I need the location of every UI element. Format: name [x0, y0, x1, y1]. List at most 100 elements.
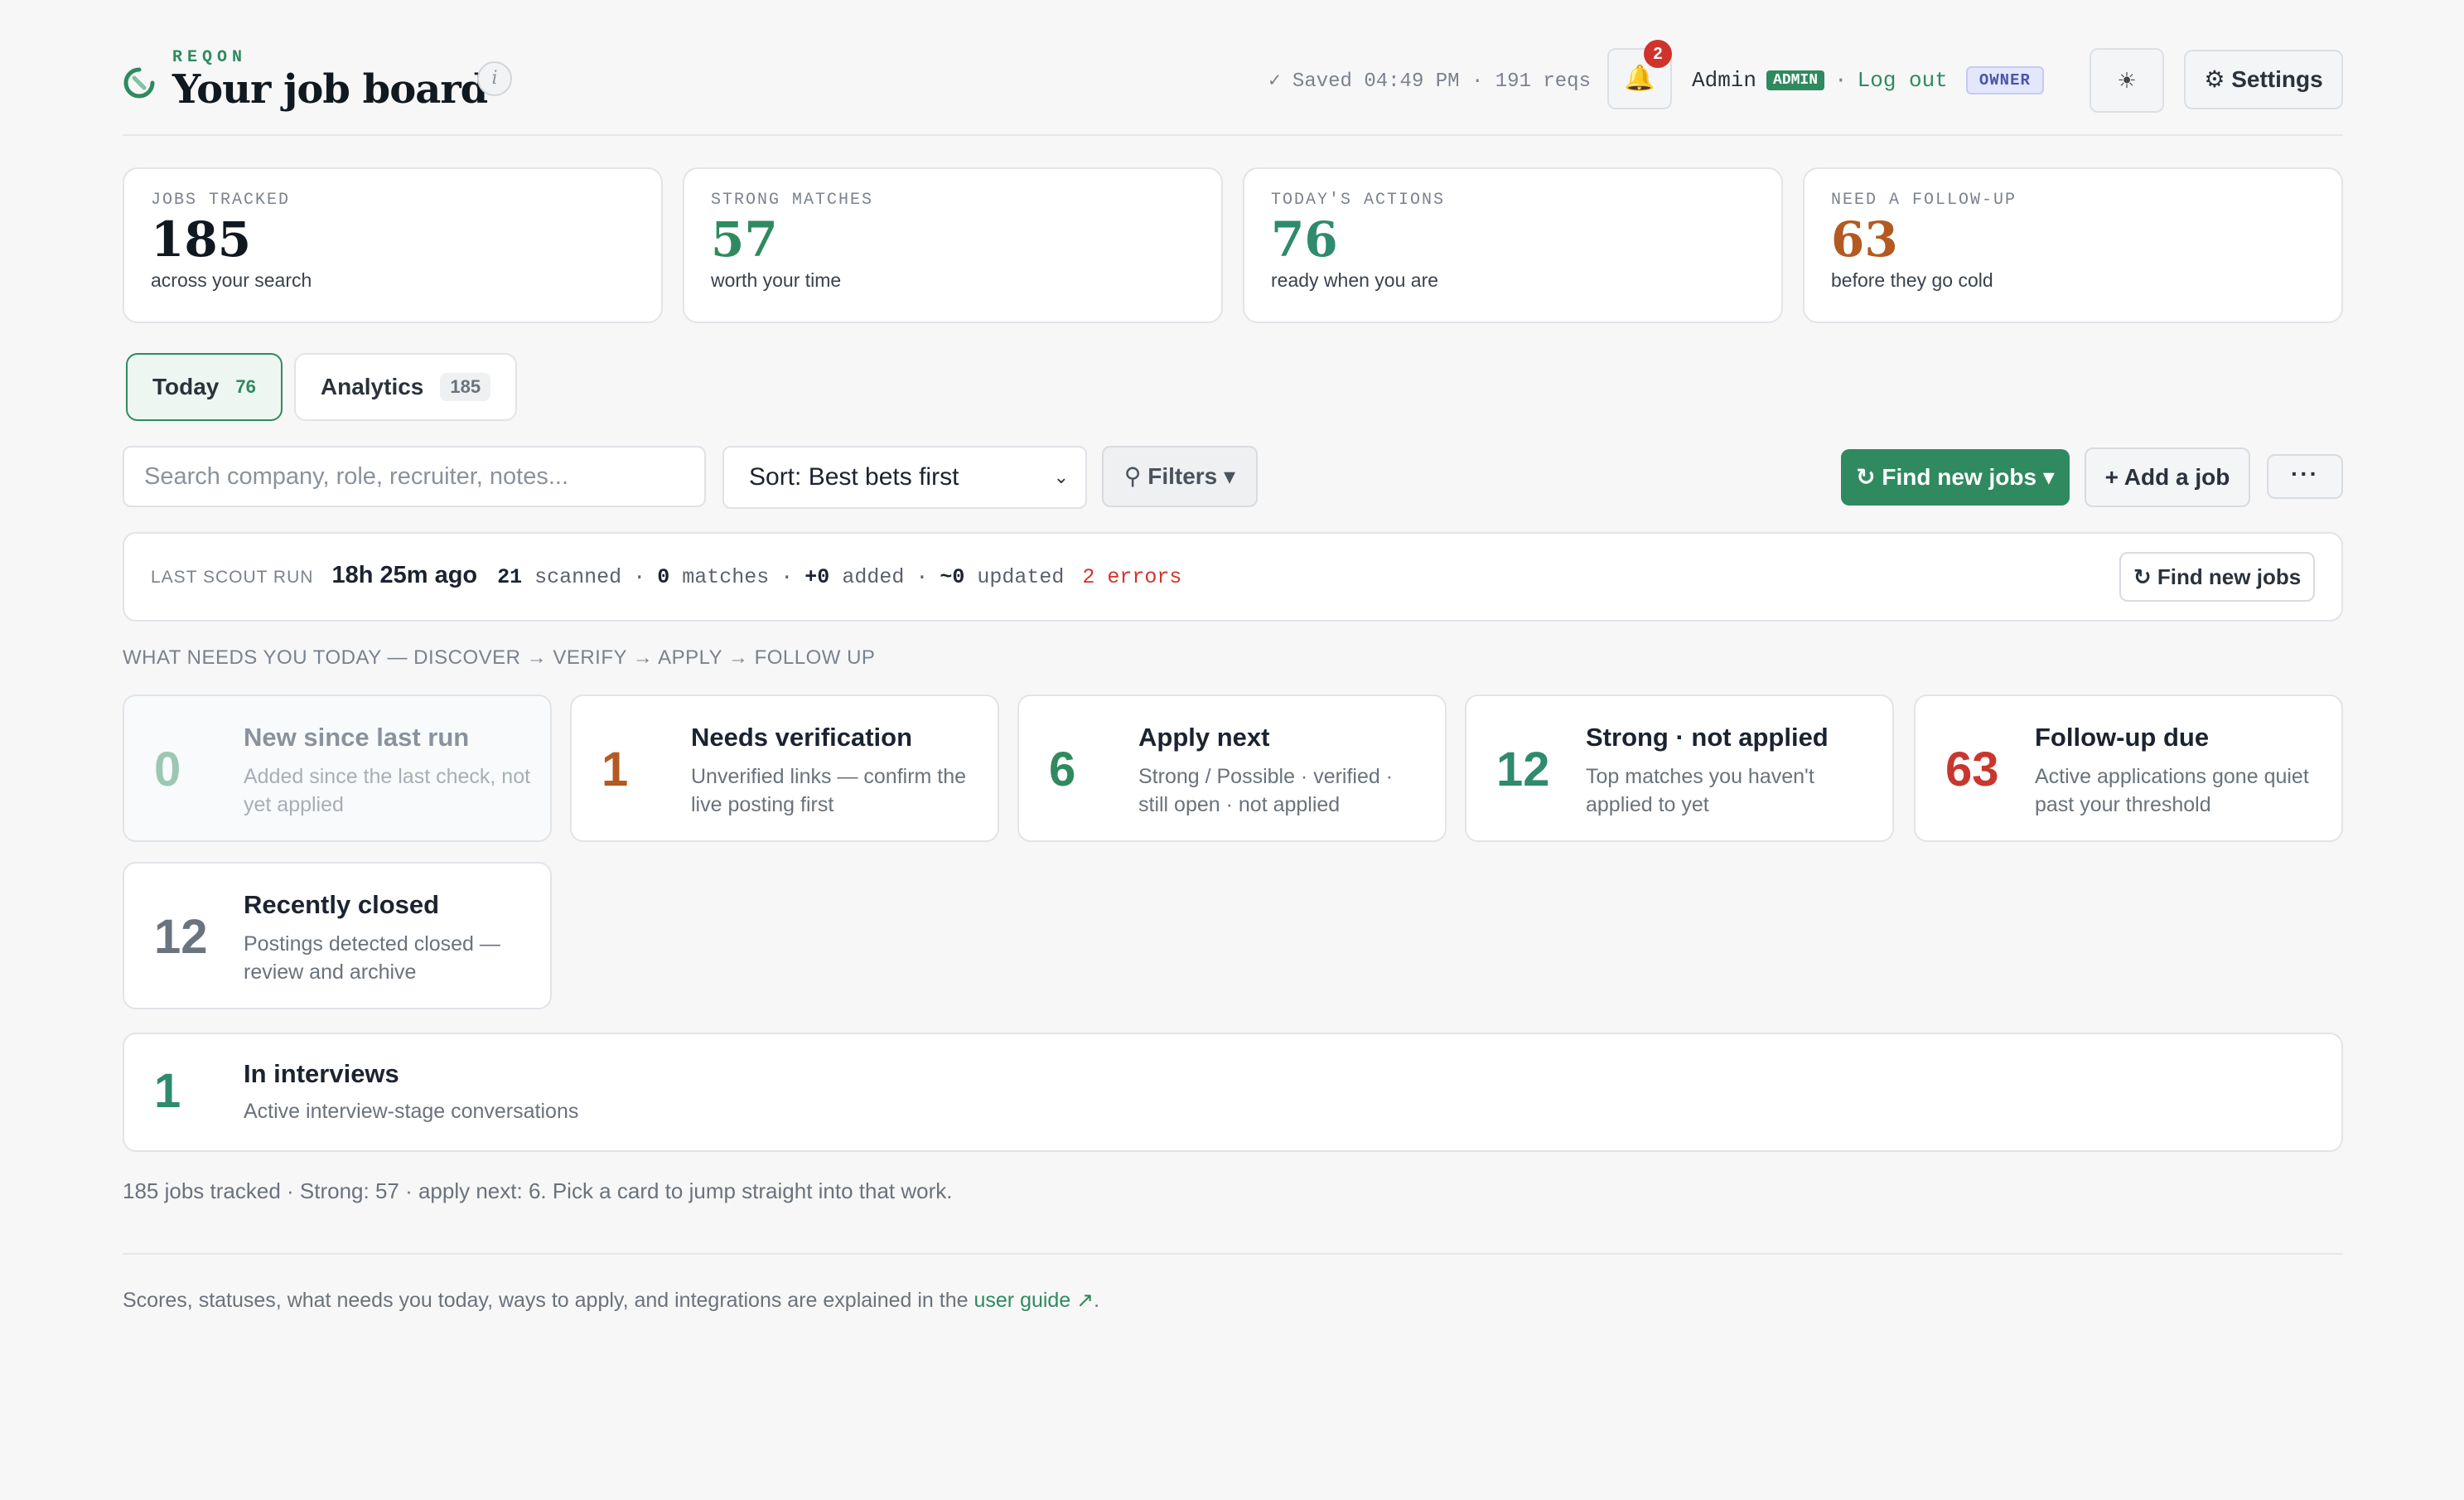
footer-end: .: [1094, 1289, 1100, 1312]
add-job-button[interactable]: + Add a job: [2085, 448, 2250, 507]
reqon-logo-icon: [123, 67, 155, 99]
scanned-label: scanned: [534, 565, 622, 589]
card-title: In interviews: [244, 1059, 399, 1088]
find-new-jobs-button[interactable]: ↻ Find new jobs ▾: [1841, 449, 2070, 506]
stat-value: 57: [711, 211, 778, 268]
card-count: 0: [154, 743, 181, 796]
separator: ·: [780, 565, 794, 589]
separator: ·: [1834, 68, 1848, 93]
card-count: 12: [1496, 743, 1550, 796]
stat-jobs-tracked: JOBS TRACKED 185 across your search: [123, 167, 663, 323]
user-info: Admin ADMIN · Log out OWNER: [1692, 66, 2044, 94]
scout-matches: 0 matches: [657, 565, 769, 589]
tab-label: Today: [152, 374, 220, 399]
card-title: Recently closed: [244, 890, 440, 919]
brand-name: REQON: [172, 48, 248, 67]
scout-errors-link[interactable]: 2 errors: [1082, 565, 1181, 589]
card-desc: Postings detected closed — review and ar…: [244, 932, 500, 984]
stat-value: 76: [1271, 211, 1338, 268]
chevron-down-icon: ⌄: [1053, 467, 1069, 487]
scout-updated: ~0 updated: [940, 565, 1064, 589]
card-desc: Added since the last check, not yet appl…: [244, 765, 531, 816]
stat-label: JOBS TRACKED: [151, 191, 291, 210]
stats-row: JOBS TRACKED 185 across your search STRO…: [123, 167, 2343, 323]
theme-toggle-button[interactable]: ☀: [2090, 48, 2164, 113]
tab-today[interactable]: Today 76: [126, 353, 283, 421]
filters-button[interactable]: ⚲ Filters ▾: [1102, 446, 1258, 507]
added-label: added: [842, 565, 905, 589]
stat-sub: worth your time: [711, 269, 842, 291]
card-title: Needs verification: [691, 723, 913, 752]
card-new-since-last-run[interactable]: 0 New since last run Added since the las…: [123, 694, 552, 842]
notification-count-badge: 2: [1644, 40, 1672, 68]
updated-count: ~0: [940, 565, 965, 589]
scout-scanned: 21 scanned: [497, 565, 621, 589]
card-in-interviews[interactable]: 1 In interviews Active interview-stage c…: [123, 1033, 2343, 1152]
updated-label: updated: [977, 565, 1065, 589]
stat-sub: ready when you are: [1271, 269, 1439, 291]
footer-text: Scores, statuses, what needs you today, …: [123, 1289, 969, 1312]
tab-count: 76: [235, 376, 256, 397]
settings-button[interactable]: ⚙ Settings: [2184, 50, 2343, 109]
stat-value: 63: [1831, 211, 1898, 268]
scout-run-panel: LAST SCOUT RUN 18h 25m ago 21 scanned · …: [123, 532, 2343, 622]
stat-value: 185: [151, 211, 252, 268]
stat-todays-actions: TODAY'S ACTIONS 76 ready when you are: [1243, 167, 1783, 323]
stat-label: TODAY'S ACTIONS: [1271, 191, 1446, 210]
card-count: 1: [602, 743, 629, 796]
card-count: 63: [1945, 743, 1999, 796]
stat-label: STRONG MATCHES: [711, 191, 874, 210]
divider: [123, 1253, 2343, 1255]
tab-label: Analytics: [320, 374, 424, 399]
section-heading: WHAT NEEDS YOU TODAY — DISCOVER → VERIFY…: [123, 646, 876, 669]
card-follow-up-due[interactable]: 63 Follow-up due Active applications gon…: [1914, 694, 2343, 842]
card-title: Follow-up due: [2035, 723, 2210, 752]
card-needs-verification[interactable]: 1 Needs verification Unverified links — …: [570, 694, 999, 842]
sun-icon: ☀: [2117, 68, 2137, 93]
user-guide-link[interactable]: user guide ↗: [974, 1289, 1094, 1312]
admin-badge: ADMIN: [1766, 70, 1825, 90]
summary-text: 185 jobs tracked · Strong: 57 · apply ne…: [123, 1178, 953, 1203]
stat-sub: before they go cold: [1831, 269, 1993, 291]
stat-need-follow-up: NEED A FOLLOW-UP 63 before they go cold: [1803, 167, 2343, 323]
card-title: New since last run: [244, 723, 470, 752]
tab-analytics[interactable]: Analytics 185: [293, 353, 518, 421]
card-apply-next[interactable]: 6 Apply next Strong / Possible · verifie…: [1017, 694, 1447, 842]
card-count: 1: [154, 1064, 181, 1118]
card-strong-not-applied[interactable]: 12 Strong · not applied Top matches you …: [1465, 694, 1894, 842]
separator: ·: [916, 565, 929, 589]
brand: REQON Your job board: [123, 48, 488, 113]
search-input[interactable]: [123, 446, 706, 507]
card-desc: Unverified links — confirm the live post…: [691, 765, 967, 816]
scout-summary: LAST SCOUT RUN 18h 25m ago 21 scanned · …: [151, 562, 1181, 589]
owner-badge: OWNER: [1965, 66, 2044, 94]
info-icon[interactable]: i: [477, 61, 512, 96]
save-status: ✓ Saved 04:49 PM · 191 reqs: [1268, 70, 1591, 93]
card-count: 6: [1049, 743, 1076, 796]
card-desc: Active interview-stage conversations: [244, 1100, 579, 1123]
logout-link[interactable]: Log out: [1858, 68, 1948, 93]
tab-count: 185: [440, 373, 491, 401]
card-desc: Strong / Possible · verified · still ope…: [1138, 765, 1394, 816]
card-desc: Top matches you haven't applied to yet: [1586, 765, 1814, 816]
scanned-count: 21: [497, 565, 523, 589]
sort-select[interactable]: Sort: Best bets first ⌄: [722, 446, 1087, 509]
card-desc: Active applications gone quiet past your…: [2035, 765, 2309, 816]
card-count: 12: [154, 910, 208, 964]
scout-added: +0 added: [804, 565, 904, 589]
scout-label: LAST SCOUT RUN: [151, 568, 314, 587]
stat-label: NEED A FOLLOW-UP: [1831, 191, 2017, 210]
sort-value: Sort: Best bets first: [749, 463, 959, 491]
scout-ago: 18h 25m ago: [331, 562, 478, 588]
scout-find-new-jobs-button[interactable]: ↻ Find new jobs: [2119, 552, 2315, 602]
matches-count: 0: [657, 565, 670, 589]
notifications-button[interactable]: 🔔 2: [1607, 40, 1672, 109]
page-title: Your job board: [172, 66, 488, 113]
stat-sub: across your search: [151, 269, 312, 291]
card-recently-closed[interactable]: 12 Recently closed Postings detected clo…: [123, 862, 552, 1009]
matches-label: matches: [682, 565, 770, 589]
more-menu-button[interactable]: ···: [2267, 454, 2343, 499]
view-tabs: Today 76 Analytics 185: [126, 353, 518, 421]
card-title: Apply next: [1138, 723, 1270, 752]
added-count: +0: [804, 565, 830, 589]
